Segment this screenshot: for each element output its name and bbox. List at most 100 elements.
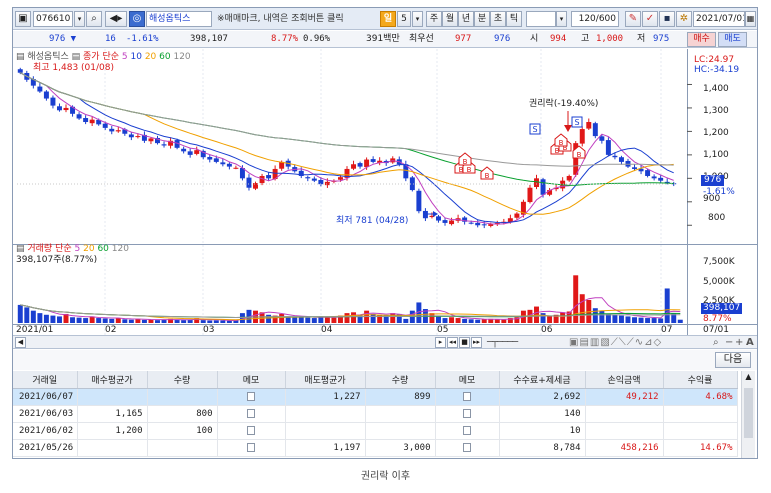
volume-bar — [266, 314, 272, 323]
nav-first-icon[interactable]: ◂◂ — [447, 337, 458, 348]
period-week-button[interactable]: 주 — [426, 11, 442, 27]
sell-memo-icon[interactable] — [435, 405, 500, 423]
candle-body — [89, 119, 95, 124]
settings-icon[interactable]: ✲ — [676, 11, 692, 27]
draw-icon[interactable]: ✓ — [642, 11, 658, 27]
sell-button[interactable]: 매도 — [718, 32, 747, 47]
volume-bar — [468, 319, 474, 323]
calendar-icon[interactable]: ▦ — [745, 11, 756, 27]
zoom-search-icon[interactable]: ⌕ — [713, 336, 719, 349]
sell-memo-icon[interactable] — [435, 439, 500, 457]
volume-bar — [155, 320, 160, 323]
volume-bar — [141, 319, 147, 323]
scroll-up-icon[interactable]: ▲ — [742, 372, 755, 381]
price-change-pct: -1.61% — [126, 34, 159, 44]
volume-bar — [37, 313, 43, 323]
price-change: 16 — [105, 34, 116, 44]
toolbar: ▣ 076610 ▾ ⌕ ◀▸ ◎ 해성옵틱스 ※매매마크, 내역은 조회버튼 … — [13, 8, 757, 30]
volume-bar — [540, 313, 546, 323]
candle-body — [481, 224, 487, 226]
col-sell-avg[interactable]: 매도평균가 — [285, 371, 366, 389]
date-input[interactable]: 2021/07/01 — [693, 11, 745, 27]
candle-body — [311, 178, 317, 181]
table-toolbar: 다음 — [13, 350, 757, 370]
col-return[interactable]: 수익률 — [663, 371, 738, 389]
period-day-button[interactable]: 일 — [380, 11, 396, 27]
period-tick-button[interactable]: 틱 — [506, 11, 522, 27]
zoom-out-icon[interactable]: − — [725, 336, 733, 349]
candle-body — [592, 123, 598, 137]
drawing-tools-icon[interactable]: ▣▤▥▧⟋⟍⟋∿⊿◇ — [569, 336, 662, 349]
auto-scale-icon[interactable]: A — [746, 336, 754, 349]
save-icon[interactable]: ▪ — [659, 11, 675, 27]
count-input[interactable]: 120/600 — [571, 11, 619, 27]
ask-price: 976 — [494, 34, 511, 44]
volume-bar — [128, 319, 134, 323]
price-volume-chart[interactable]: SSB BBBB BBB — [13, 49, 757, 335]
sell-memo-icon[interactable] — [435, 422, 500, 440]
volume-bar — [70, 317, 76, 323]
nav-stop-icon[interactable]: ■ — [459, 337, 470, 348]
volume-bar — [148, 319, 154, 323]
nav-next-icon[interactable]: ▸ — [435, 337, 446, 348]
period-year-button[interactable]: 년 — [458, 11, 474, 27]
volume-bar — [17, 304, 23, 323]
code-dropdown-icon[interactable]: ▾ — [74, 11, 85, 27]
sell-memo-icon[interactable] — [435, 388, 500, 406]
col-buy-memo[interactable]: 메모 — [217, 371, 286, 389]
table-row[interactable]: 2021/05/26 1,197 3,000 8,784 458,216 14.… — [13, 439, 738, 457]
volume-bar — [83, 318, 89, 323]
volume-bar — [331, 317, 337, 323]
col-sell-memo[interactable]: 메모 — [435, 371, 500, 389]
cell-buy-qty — [147, 388, 218, 406]
sound-icon[interactable]: ◀▸ — [105, 11, 127, 27]
cell-sell-qty — [365, 405, 436, 423]
zoom-slider[interactable]: ─┬──── — [487, 336, 518, 349]
tools-icon[interactable]: ✎ — [625, 11, 641, 27]
candle-body — [226, 163, 232, 167]
scroll-left-button[interactable]: ◀ — [15, 337, 26, 348]
tick-dropdown-icon[interactable]: ▾ — [556, 11, 567, 27]
volume-bar — [226, 320, 232, 323]
table-scrollbar[interactable]: ▲ — [741, 371, 755, 458]
buy-memo-icon[interactable] — [217, 439, 286, 457]
col-buy-qty[interactable]: 수량 — [147, 371, 218, 389]
col-buy-avg[interactable]: 매수평균가 — [77, 371, 148, 389]
stock-icon[interactable]: ▣ — [15, 11, 31, 27]
cell-sell-avg — [285, 422, 366, 440]
candle-body — [579, 129, 585, 144]
table-row[interactable]: 2021/06/02 1,200 100 10 — [13, 422, 738, 440]
code-input[interactable]: 076610 — [33, 11, 73, 27]
buy-marker-label: B — [577, 151, 582, 159]
buy-button[interactable]: 매수 — [687, 32, 716, 47]
buy-memo-icon[interactable] — [217, 422, 286, 440]
search-icon[interactable]: ⌕ — [86, 11, 102, 27]
col-fee[interactable]: 수수료+제세금 — [499, 371, 586, 389]
buy-memo-icon[interactable] — [217, 405, 286, 423]
period-num[interactable]: 5 — [397, 11, 411, 27]
tick-input[interactable] — [526, 11, 556, 27]
nav-last-icon[interactable]: ▸▸ — [471, 337, 482, 348]
period-minute-button[interactable]: 분 — [474, 11, 490, 27]
volume-bar — [76, 317, 82, 323]
chart-area[interactable]: SSBBBBBBBB ▤ 해성옵틱스 ▤ 종가 단순 5 10 20 60 12… — [13, 49, 757, 349]
cell-date: 2021/05/26 — [13, 439, 78, 457]
cell-return — [663, 405, 738, 423]
candle-body — [76, 114, 82, 119]
table-row[interactable]: 2021/06/07 1,227 899 2,692 49,212 4.68% — [13, 388, 738, 406]
period-month-button[interactable]: 월 — [442, 11, 458, 27]
scroll-thumb[interactable] — [744, 388, 753, 438]
col-date[interactable]: 거래일 — [13, 371, 78, 389]
zoom-in-icon[interactable]: + — [735, 336, 743, 349]
volume-bar — [455, 318, 461, 323]
vol-tick-5000: 5,000K — [703, 277, 735, 287]
rights-event-label: 권리락(-19.40%) — [529, 99, 599, 109]
period-dropdown-icon[interactable]: ▾ — [412, 11, 423, 27]
next-button[interactable]: 다음 — [715, 352, 751, 368]
buy-memo-icon[interactable] — [217, 388, 286, 406]
col-sell-qty[interactable]: 수량 — [365, 371, 436, 389]
candle-body — [605, 140, 611, 155]
table-row[interactable]: 2021/06/03 1,165 800 140 — [13, 405, 738, 423]
col-pnl[interactable]: 손익금액 — [585, 371, 664, 389]
period-second-button[interactable]: 초 — [490, 11, 506, 27]
